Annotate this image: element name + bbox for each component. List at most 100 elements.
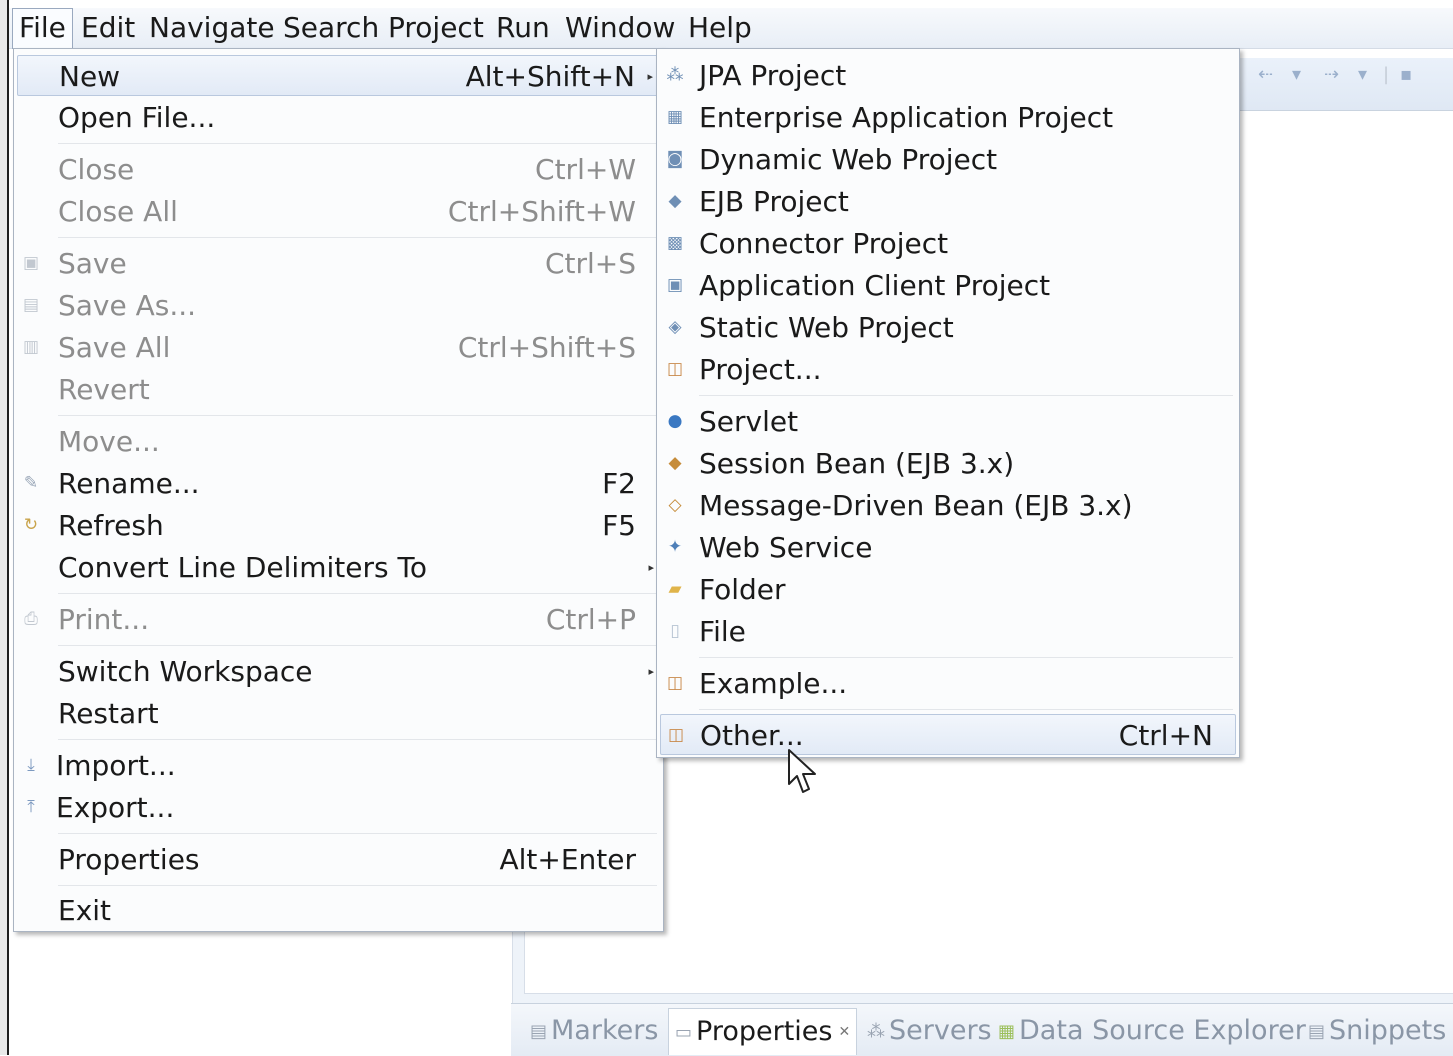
menu-item-other[interactable]: ◫ Other... Ctrl+N	[660, 714, 1236, 755]
menu-item-rename[interactable]: ✎ Rename... F2	[17, 463, 660, 504]
chevron-down-icon[interactable]: ▾	[1292, 64, 1301, 85]
menu-item-save-as: ▤ Save As...	[22, 289, 197, 322]
menu-separator	[58, 739, 657, 740]
toolbar-separator: |	[1383, 64, 1390, 85]
menu-item-dynamic-web-project[interactable]: ◙ Dynamic Web Project	[660, 139, 1236, 180]
menu-item-example[interactable]: ◫ Example...	[660, 663, 1236, 704]
menu-edit[interactable]: Edit	[75, 8, 141, 48]
menu-item-export[interactable]: ⤒ Export...	[17, 787, 660, 828]
menu-item-restart[interactable]: Restart	[17, 693, 660, 734]
pin-icon[interactable]: ▪	[1400, 64, 1412, 85]
menu-separator	[58, 645, 657, 646]
file-menu: New Alt+Shift+N ▸ Open File... Close Ctr…	[13, 48, 664, 932]
menu-separator	[699, 395, 1233, 396]
submenu-arrow-icon: ▸	[648, 665, 654, 678]
menu-item-web-service[interactable]: ✦ Web Service	[660, 527, 1236, 568]
menu-item-switch-workspace[interactable]: Switch Workspace ▸	[17, 651, 660, 692]
example-icon: ◫	[666, 673, 684, 693]
menu-separator	[58, 237, 657, 238]
properties-icon: ▭	[675, 1021, 693, 1043]
menu-item-message-driven-bean[interactable]: ◇ Message-Driven Bean (EJB 3.x)	[660, 485, 1236, 526]
menu-item-move: Move...	[58, 425, 160, 458]
menu-item-convert-line-delimiters[interactable]: Convert Line Delimiters To ▸	[17, 547, 660, 588]
project-explorer-panel	[15, 930, 513, 1055]
save-icon: ▣	[22, 253, 40, 273]
menu-item-file[interactable]: ▯ File	[660, 611, 1236, 652]
close-icon[interactable]: ✕	[838, 1024, 850, 1040]
menu-item-exit[interactable]: Exit	[17, 890, 660, 931]
menu-item-project[interactable]: ◫ Project...	[660, 349, 1236, 390]
tab-label: Servers	[889, 1015, 992, 1046]
markers-icon: ▤	[530, 1020, 548, 1042]
menu-item-revert: Revert	[58, 373, 150, 406]
servers-icon: ⁂	[867, 1020, 885, 1042]
session-bean-icon: ◆	[668, 453, 682, 473]
menu-item-static-web-project[interactable]: ◈ Static Web Project	[660, 307, 1236, 348]
chevron-down-icon[interactable]: ▾	[1358, 64, 1367, 85]
web-service-icon: ✦	[667, 537, 683, 557]
connector-project-icon: ▩	[666, 233, 684, 253]
menu-item-ejb-project[interactable]: ◆ EJB Project	[660, 181, 1236, 222]
snippets-icon: ▤	[1308, 1020, 1326, 1042]
menu-item-enterprise-application-project[interactable]: ▦ Enterprise Application Project	[660, 97, 1236, 138]
tab-snippets[interactable]: ▤ Snippets	[1308, 1008, 1446, 1054]
menu-separator	[699, 657, 1233, 658]
data-source-explorer-icon: ▦	[998, 1020, 1016, 1042]
project-icon: ◫	[666, 359, 684, 379]
menu-item-close-all: Close All Ctrl+Shift+W	[58, 195, 636, 228]
menu-navigate[interactable]: Navigate	[143, 8, 281, 48]
menu-separator	[699, 709, 1233, 710]
tab-properties[interactable]: ▭ Properties ✕	[668, 1008, 858, 1055]
back-arrow-icon[interactable]: ⇠	[1258, 64, 1273, 85]
menu-item-close: Close Ctrl+W	[58, 153, 636, 186]
menu-item-refresh[interactable]: ↻ Refresh F5	[17, 505, 660, 546]
other-wizard-icon: ◫	[667, 725, 685, 745]
menu-separator	[58, 593, 657, 594]
dynamic-web-project-icon: ◙	[666, 149, 684, 169]
tab-label: Markers	[551, 1015, 659, 1046]
menu-item-import[interactable]: ⤓ Import...	[17, 745, 660, 786]
new-submenu: ⁂ JPA Project ▦ Enterprise Application P…	[656, 48, 1240, 758]
menu-item-open-file[interactable]: Open File...	[17, 97, 660, 138]
menu-item-properties[interactable]: Properties Alt+Enter	[17, 839, 660, 880]
menu-item-new[interactable]: New Alt+Shift+N ▸	[17, 55, 660, 96]
import-icon: ⤓	[27, 755, 35, 775]
menu-item-save-all: ▥ Save All Ctrl+Shift+S	[22, 331, 636, 364]
menu-separator	[58, 415, 657, 416]
forward-arrow-icon[interactable]: ⇢	[1324, 64, 1339, 85]
menu-item-session-bean[interactable]: ◆ Session Bean (EJB 3.x)	[660, 443, 1236, 484]
menu-item-jpa-project[interactable]: ⁂ JPA Project	[660, 55, 1236, 96]
message-driven-bean-icon: ◇	[668, 495, 682, 515]
menu-project[interactable]: Project	[382, 8, 490, 48]
menu-item-servlet[interactable]: ● Servlet	[660, 401, 1236, 442]
menu-item-application-client-project[interactable]: ▣ Application Client Project	[660, 265, 1236, 306]
menu-separator	[58, 833, 657, 834]
menu-run[interactable]: Run	[490, 8, 556, 48]
tab-label: Data Source Explorer	[1019, 1015, 1306, 1046]
menu-window[interactable]: Window	[559, 8, 681, 48]
menu-file[interactable]: File	[12, 8, 73, 49]
jpa-project-icon: ⁂	[666, 65, 684, 85]
menu-item-connector-project[interactable]: ▩ Connector Project	[660, 223, 1236, 264]
print-icon: ⎙	[24, 609, 38, 629]
window-left-edge	[0, 0, 9, 1055]
menu-item-folder[interactable]: ▰ Folder	[660, 569, 1236, 610]
save-all-icon: ▥	[22, 337, 40, 357]
menu-separator	[58, 143, 657, 144]
menu-item-print: ⎙ Print... Ctrl+P	[17, 599, 660, 640]
menu-bar: File Edit Navigate Search Project Run Wi…	[9, 8, 1453, 49]
refresh-icon: ↻	[23, 515, 39, 535]
menu-help[interactable]: Help	[682, 8, 758, 48]
menu-search[interactable]: Search	[277, 8, 385, 48]
mouse-pointer-icon	[788, 749, 816, 793]
tab-markers[interactable]: ▤ Markers	[530, 1008, 658, 1054]
save-as-icon: ▤	[22, 295, 40, 315]
servlet-icon: ●	[667, 411, 683, 431]
folder-icon: ▰	[668, 579, 682, 599]
tab-label: Properties	[696, 1016, 833, 1047]
static-web-project-icon: ◈	[668, 317, 682, 337]
file-icon: ▯	[670, 621, 680, 641]
tab-data-source-explorer[interactable]: ▦ Data Source Explorer	[998, 1008, 1306, 1054]
tab-servers[interactable]: ⁂ Servers	[867, 1008, 992, 1054]
submenu-arrow-icon: ▸	[648, 561, 654, 574]
